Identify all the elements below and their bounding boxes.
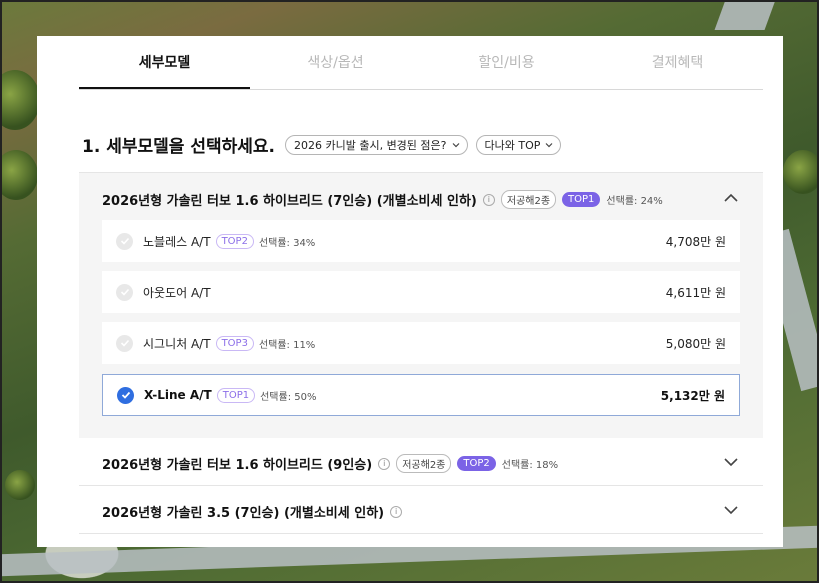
trim-price: 4,611만 원 bbox=[665, 285, 726, 300]
trim-option-outdoor[interactable]: 아웃도어 A/T 4,611만 원 bbox=[102, 271, 740, 313]
radio-unchecked[interactable] bbox=[116, 283, 133, 301]
top-rank-badge: TOP1 bbox=[216, 387, 256, 403]
top-rank-badge: TOP2 bbox=[457, 456, 496, 471]
selection-ratio: 선택률: 50% bbox=[260, 391, 317, 403]
chevron-down-icon[interactable] bbox=[723, 505, 739, 515]
trim-price: 5,080만 원 bbox=[665, 336, 726, 351]
trim-price: 5,132만 원 bbox=[660, 388, 725, 403]
chevron-down-icon bbox=[545, 142, 553, 147]
trim-option-signature[interactable]: 시그니처 A/T TOP3 선택률: 11% 5,080만 원 bbox=[102, 322, 740, 364]
group-header: 2026년형 가솔린 터보 1.6 하이브리드 (9인승) i 저공해2종 TO… bbox=[102, 454, 558, 473]
group-title: 2026년형 가솔린 터보 1.6 하이브리드 (7인승) (개별소비세 인하) bbox=[102, 194, 477, 209]
filter-danawa-top[interactable]: 다나와 TOP bbox=[475, 134, 562, 155]
group-header[interactable]: 2026년형 가솔린 터보 1.6 하이브리드 (7인승) (개별소비세 인하)… bbox=[102, 190, 663, 209]
radio-checked[interactable] bbox=[117, 386, 134, 404]
info-icon[interactable]: i bbox=[390, 505, 403, 518]
info-icon[interactable]: i bbox=[378, 457, 391, 470]
section-heading-row: 1. 세부모델을 선택하세요. 2026 카니발 출시, 변경된 점은? 다나와… bbox=[82, 132, 562, 157]
tab-discount-cost[interactable]: 할인/비용 bbox=[421, 48, 592, 89]
section-heading: 1. 세부모델을 선택하세요. bbox=[82, 137, 275, 157]
selection-ratio: 선택률: 24% bbox=[606, 196, 663, 207]
trim-option-xline[interactable]: X-Line A/T TOP1 선택률: 50% 5,132만 원 bbox=[102, 374, 740, 416]
top-rank-badge: TOP3 bbox=[215, 335, 254, 351]
checkmark-icon bbox=[120, 288, 129, 296]
chevron-down-icon bbox=[452, 142, 459, 147]
selection-ratio: 선택률: 11% bbox=[258, 339, 316, 351]
top-rank-badge: TOP1 bbox=[562, 192, 601, 207]
tab-detail-model[interactable]: 세부모델 bbox=[79, 48, 250, 89]
info-icon[interactable]: i bbox=[482, 193, 495, 206]
trim-price: 4,708만 원 bbox=[665, 234, 726, 249]
model-group-hybrid-9seat[interactable]: 2026년형 가솔린 터보 1.6 하이브리드 (9인승) i 저공해2종 TO… bbox=[79, 438, 763, 486]
eco-badge: 저공해2종 bbox=[396, 454, 452, 473]
chevron-down-icon[interactable] bbox=[723, 457, 739, 467]
checkmark-icon bbox=[120, 237, 129, 245]
step-tabs: 세부모델 색상/옵션 할인/비용 결제혜택 bbox=[79, 48, 763, 90]
selection-ratio: 선택률: 34% bbox=[258, 237, 316, 249]
model-group-gasoline-3-5[interactable]: 2026년형 가솔린 3.5 (7인승) (개별소비세 인하) i bbox=[79, 486, 763, 534]
top-rank-badge: TOP2 bbox=[215, 233, 254, 249]
trim-name: 아웃도어 A/T bbox=[143, 285, 211, 300]
filter-label: 2026 카니발 출시, 변경된 점은? bbox=[293, 138, 447, 152]
trim-name: 시그니처 A/T bbox=[143, 336, 211, 351]
group-title: 2026년형 가솔린 3.5 (7인승) (개별소비세 인하) bbox=[102, 506, 385, 521]
filter-label: 다나와 TOP bbox=[484, 138, 541, 152]
radio-unchecked[interactable] bbox=[116, 334, 133, 352]
selection-ratio: 선택률: 18% bbox=[501, 460, 559, 471]
chevron-up-icon[interactable] bbox=[723, 193, 739, 203]
group-title: 2026년형 가솔린 터보 1.6 하이브리드 (9인승) bbox=[102, 458, 373, 473]
tab-color-options[interactable]: 색상/옵션 bbox=[250, 48, 421, 89]
filter-release-changes[interactable]: 2026 카니발 출시, 변경된 점은? bbox=[284, 134, 468, 155]
checkmark-icon bbox=[120, 339, 129, 347]
group-header: 2026년형 가솔린 3.5 (7인승) (개별소비세 인하) i bbox=[102, 502, 403, 521]
checkmark-icon bbox=[121, 391, 130, 399]
trim-name: 노블레스 A/T bbox=[143, 234, 211, 249]
model-selection-card: 세부모델 색상/옵션 할인/비용 결제혜택 1. 세부모델을 선택하세요. 20… bbox=[37, 36, 783, 547]
tab-payment-benefits[interactable]: 결제혜택 bbox=[592, 48, 763, 89]
trim-name: X-Line A/T bbox=[144, 388, 212, 402]
model-group-hybrid-7seat: 2026년형 가솔린 터보 1.6 하이브리드 (7인승) (개별소비세 인하)… bbox=[79, 172, 763, 439]
eco-badge: 저공해2종 bbox=[500, 190, 557, 209]
trim-option-noblesse[interactable]: 노블레스 A/T TOP2 선택률: 34% 4,708만 원 bbox=[102, 220, 740, 262]
radio-unchecked[interactable] bbox=[116, 232, 133, 250]
